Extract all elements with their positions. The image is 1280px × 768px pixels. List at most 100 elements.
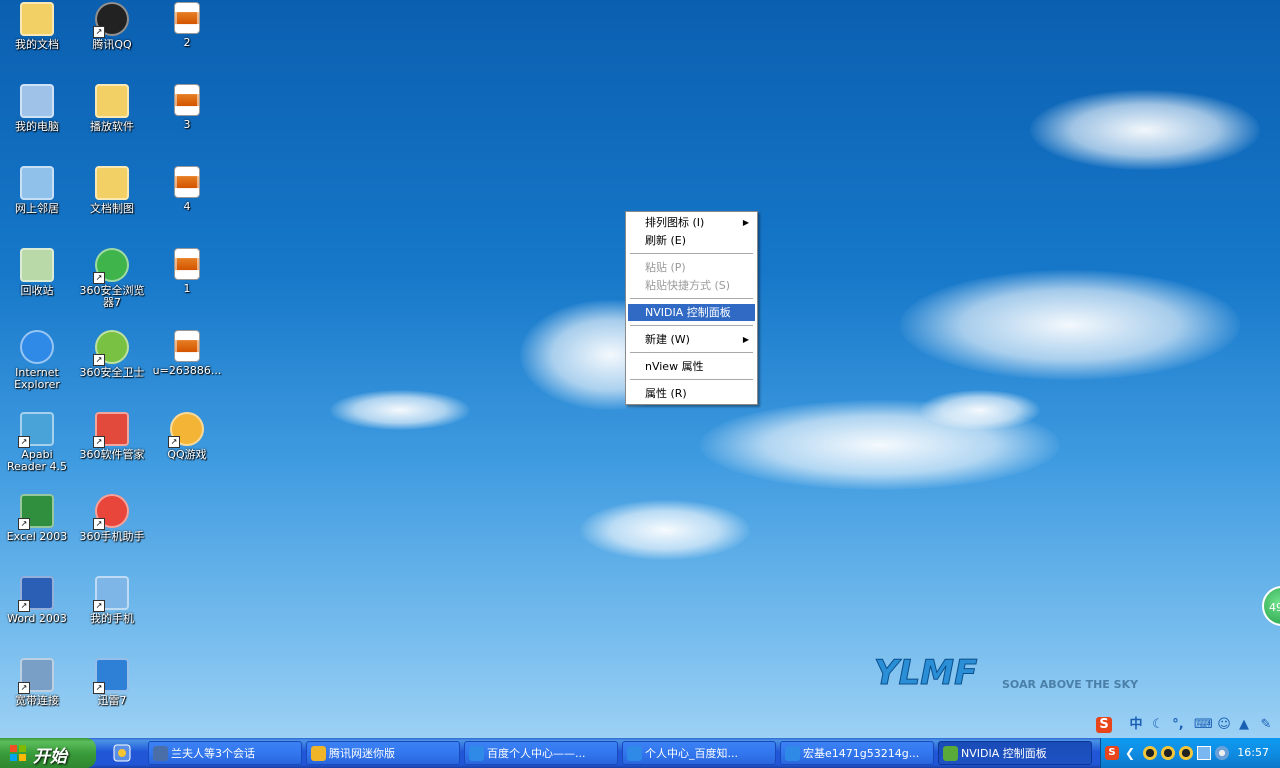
taskbar-button[interactable]: 百度个人中心——...: [464, 741, 618, 765]
shortcut-arrow-icon: ↗: [93, 272, 105, 284]
desktop-icon-label: 4: [183, 200, 191, 213]
menu-item-paste: 粘贴 (P): [645, 261, 686, 274]
menu-item-refresh[interactable]: 刷新 (E): [628, 232, 755, 249]
desktop-icon[interactable]: 回收站: [0, 248, 74, 297]
qq-icon: ↗: [93, 2, 129, 38]
floating-speed-ball[interactable]: 49: [1262, 586, 1280, 626]
windows-flag-icon: [10, 745, 26, 761]
volume-icon[interactable]: [1215, 746, 1229, 760]
clock[interactable]: 16:57: [1237, 746, 1269, 759]
menu-item-nview-properties[interactable]: nView 属性: [628, 358, 755, 375]
desktop-icon[interactable]: Internet Explorer: [0, 330, 74, 391]
sogou-tray-icon[interactable]: S: [1105, 746, 1119, 760]
taskbar-app-icon: [785, 746, 800, 761]
desktop-icon[interactable]: ↗ 迅雷7: [75, 658, 149, 707]
shortcut-arrow-icon: ↗: [93, 354, 105, 366]
desktop-icon[interactable]: 我的电脑: [0, 84, 74, 133]
desktop-icon[interactable]: ↗ 宽带连接: [0, 658, 74, 707]
taskbar-button[interactable]: NVIDIA 控制面板: [938, 741, 1092, 765]
desktop-icon-label: QQ游戏: [167, 448, 207, 461]
image-icon: [174, 84, 200, 116]
desktop-icon[interactable]: 1: [150, 248, 224, 295]
browser360-icon: ↗: [93, 248, 129, 284]
shortcut-arrow-icon: ↗: [18, 436, 30, 448]
desktop-icon-label: 2: [183, 36, 191, 49]
taskbar-button-label: 个人中心_百度知...: [645, 747, 738, 760]
desktop-icon-label: 网上邻居: [15, 202, 59, 215]
sogou-logo-icon[interactable]: S: [1096, 717, 1112, 733]
wrench-icon[interactable]: ✎: [1258, 717, 1274, 733]
taskbar-button-label: 百度个人中心——...: [487, 747, 586, 760]
menu-item-new[interactable]: 新建 (W) ▶: [628, 331, 755, 348]
desktop-icon[interactable]: ↗ 360软件管家: [75, 412, 149, 461]
taskbar-button[interactable]: 宏基e1471g53214g...: [780, 741, 934, 765]
desktop-icon[interactable]: ↗ Word 2003: [0, 576, 74, 625]
desktop-icon[interactable]: 网上邻居: [0, 166, 74, 215]
desktop-icon[interactable]: 文档制图: [75, 166, 149, 215]
desktop-icon[interactable]: 4: [150, 166, 224, 213]
keyboard-icon[interactable]: ⌨: [1194, 717, 1213, 733]
recycle-icon: [20, 248, 54, 282]
xunlei-icon: ↗: [93, 658, 129, 694]
image-icon: [174, 330, 200, 362]
desktop-icon[interactable]: ↗ 腾讯QQ: [75, 2, 149, 51]
desktop-icon-label: 360安全浏览 器7: [79, 284, 145, 309]
qqgame-icon: ↗: [168, 412, 204, 448]
desktop-icon-label: 文档制图: [90, 202, 134, 215]
desktop-icon[interactable]: ↗ 我的手机: [75, 576, 149, 625]
broadband-icon: ↗: [18, 658, 54, 694]
myphone-icon: ↗: [93, 576, 129, 612]
taskbar-button[interactable]: 个人中心_百度知...: [622, 741, 776, 765]
qq-penguin-icon[interactable]: [1161, 746, 1175, 760]
desktop-icon[interactable]: ↗ QQ游戏: [150, 412, 224, 461]
ie-icon: [20, 330, 54, 364]
half-width-moon-icon[interactable]: ☾: [1150, 717, 1166, 733]
desktop-icon-label: 回收站: [20, 284, 54, 297]
taskbar-button-label: 腾讯网迷你版: [329, 747, 395, 760]
desktop-context-menu: 排列图标 (I) ▶ 刷新 (E) 粘贴 (P) 粘贴快捷方式 (S) NVIDI…: [625, 211, 758, 405]
ylmf-brand-text: YLMF: [874, 653, 977, 693]
desktop-icon-label: 1: [183, 282, 191, 295]
desktop-icon[interactable]: ↗ 360安全浏览 器7: [75, 248, 149, 309]
menu-item-nvidia-control-panel[interactable]: NVIDIA 控制面板: [628, 304, 755, 321]
shortcut-arrow-icon: ↗: [93, 436, 105, 448]
menu-item-properties[interactable]: 属性 (R): [628, 385, 755, 402]
taskbar-app-icon: [627, 746, 642, 761]
word-icon: ↗: [18, 576, 54, 612]
ime-language-toggle[interactable]: 中: [1128, 717, 1144, 733]
quick-launch-app-icon[interactable]: [112, 743, 132, 763]
punctuation-icon[interactable]: °,: [1170, 717, 1186, 733]
show-hidden-icons-chevron-icon[interactable]: ❮: [1125, 746, 1139, 760]
desktop-icon[interactable]: 2: [150, 2, 224, 49]
desktop-icon-label: 360手机助手: [79, 530, 145, 543]
shortcut-arrow-icon: ↗: [93, 600, 105, 612]
desktop-icon[interactable]: 播放软件: [75, 84, 149, 133]
network-icon[interactable]: [1197, 746, 1211, 760]
qq-penguin-icon[interactable]: [1143, 746, 1157, 760]
soft360-icon: ↗: [93, 412, 129, 448]
shortcut-arrow-icon: ↗: [93, 518, 105, 530]
desktop-icon-label: Apabi Reader 4.5: [7, 448, 67, 473]
desktop-icon[interactable]: 3: [150, 84, 224, 131]
user-icon[interactable]: ☺: [1216, 717, 1232, 733]
image-icon: [174, 2, 200, 34]
shortcut-arrow-icon: ↗: [168, 436, 180, 448]
desktop-icon[interactable]: ↗ 360手机助手: [75, 494, 149, 543]
skin-shirt-icon[interactable]: ▲: [1236, 717, 1252, 733]
taskbar-button[interactable]: 腾讯网迷你版: [306, 741, 460, 765]
desktop-icon[interactable]: ↗ 360安全卫士: [75, 330, 149, 379]
desktop-icon-label: 360安全卫士: [79, 366, 145, 379]
qq-penguin-icon[interactable]: [1179, 746, 1193, 760]
submenu-arrow-icon: ▶: [742, 335, 749, 344]
desktop-icon-label: 我的电脑: [15, 120, 59, 133]
desktop-icon[interactable]: u=263886...: [150, 330, 224, 377]
menu-item-arrange-icons[interactable]: 排列图标 (I) ▶: [628, 214, 755, 231]
shortcut-arrow-icon: ↗: [18, 682, 30, 694]
taskbar-button[interactable]: 兰夫人等3个会话: [148, 741, 302, 765]
desktop-icon[interactable]: ↗ Excel 2003: [0, 494, 74, 543]
taskbar-app-icon: [469, 746, 484, 761]
desktop-icon[interactable]: 我的文档: [0, 2, 74, 51]
start-button[interactable]: 开始: [0, 738, 96, 768]
safe360-icon: ↗: [93, 330, 129, 366]
desktop-icon[interactable]: ↗ Apabi Reader 4.5: [0, 412, 74, 473]
